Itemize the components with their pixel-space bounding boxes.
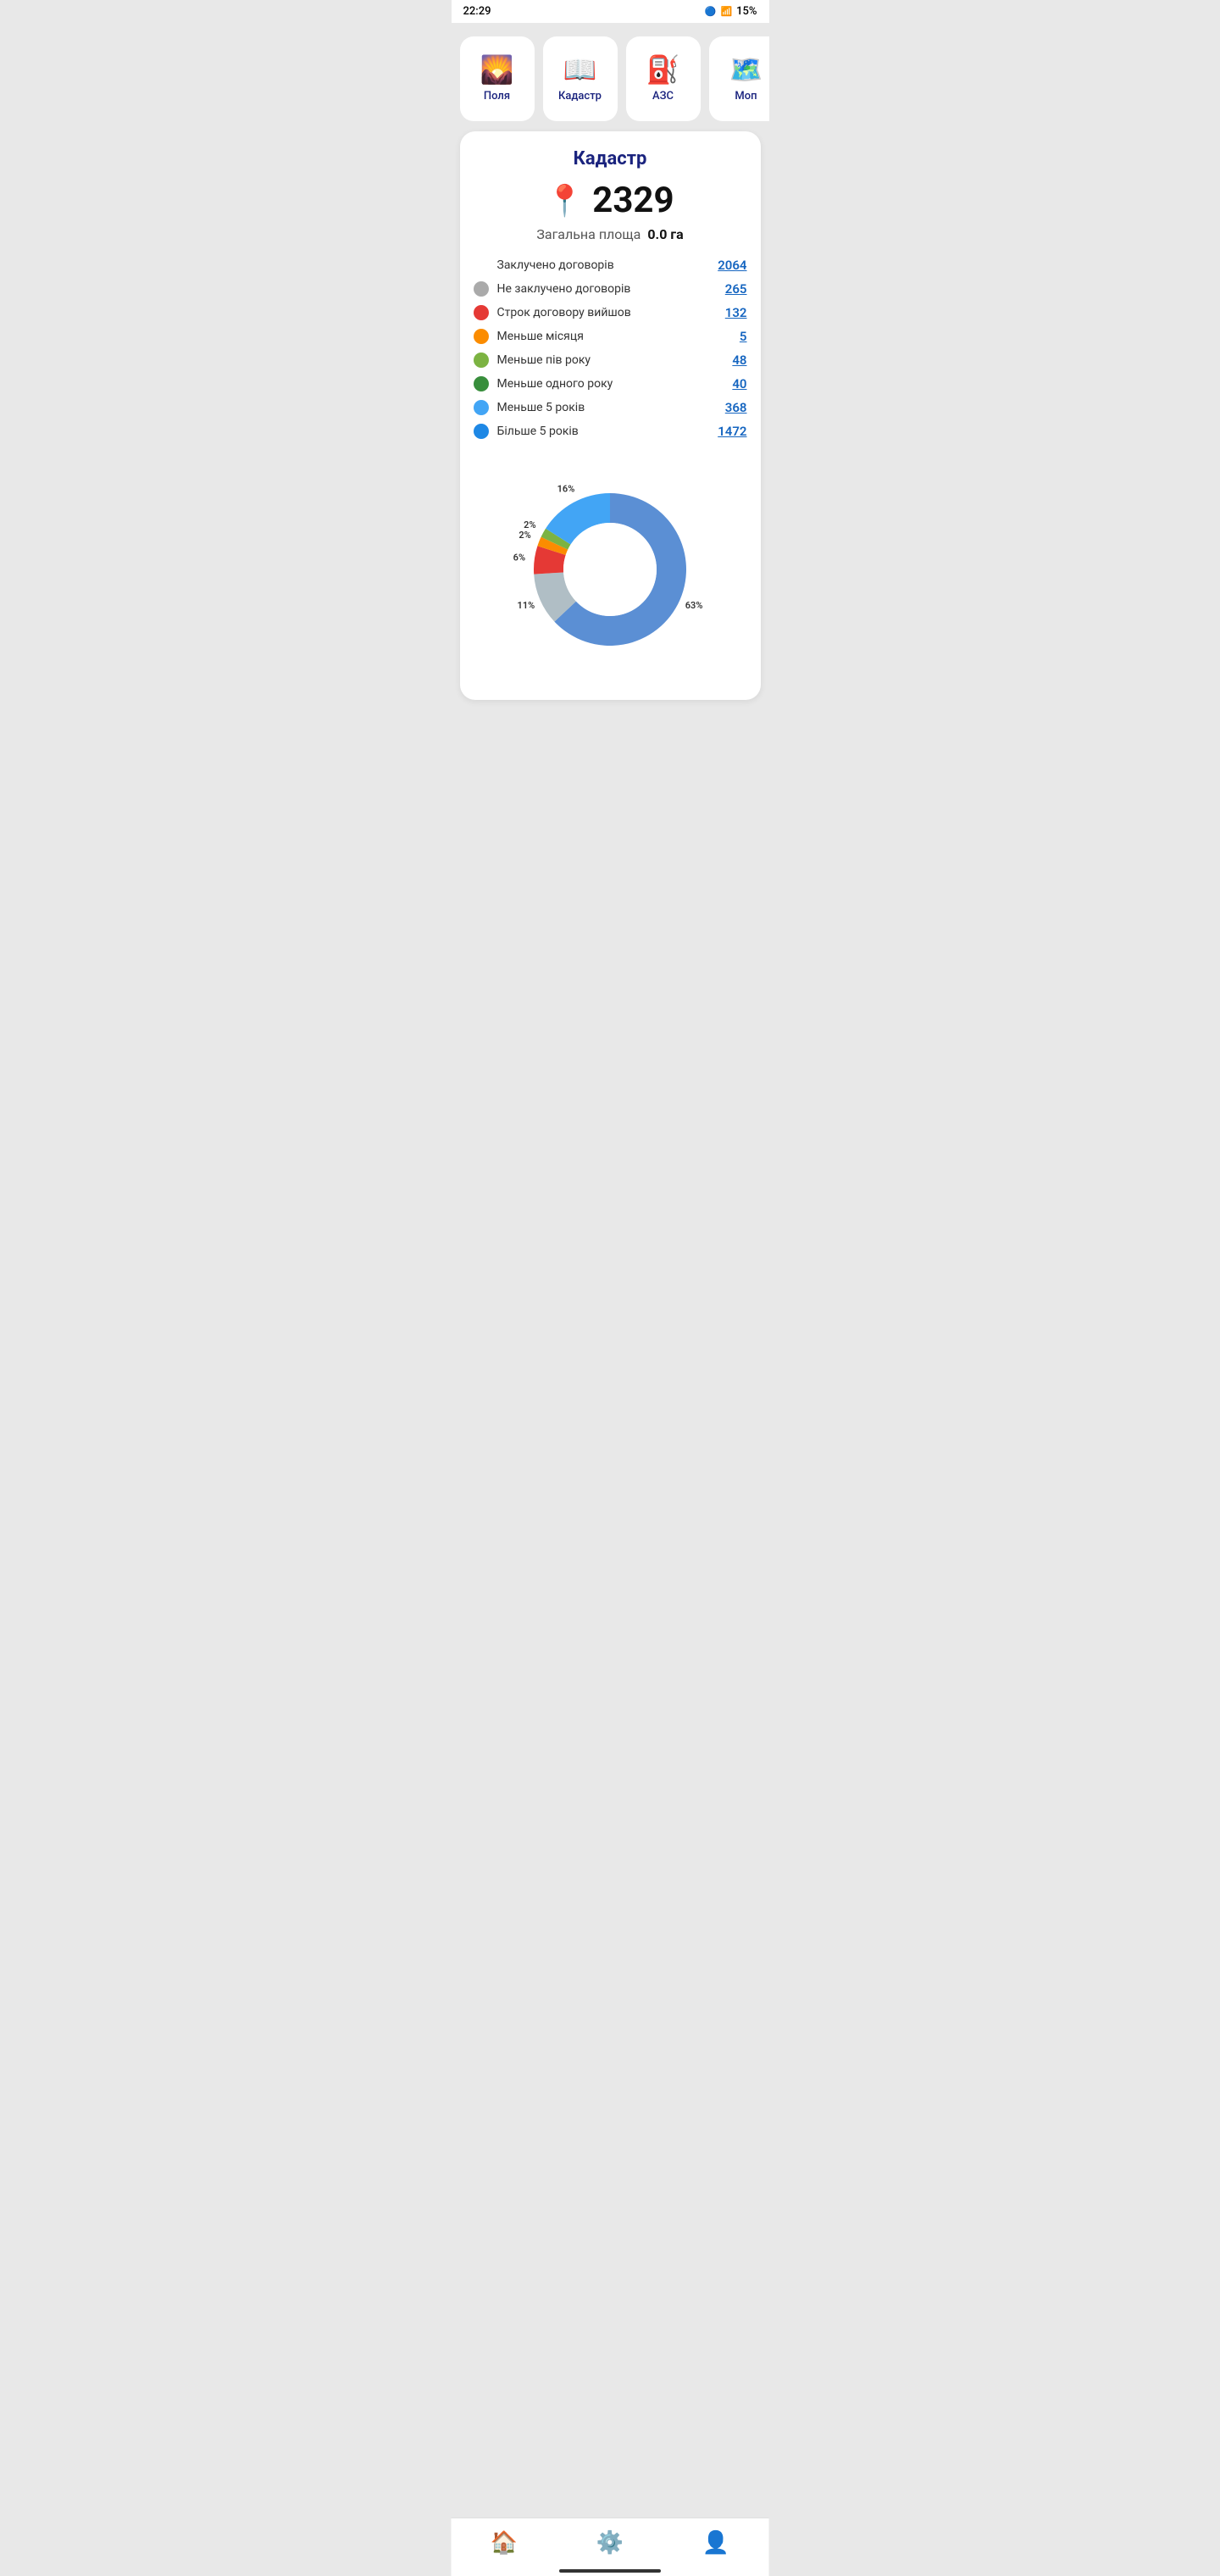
tile-icon-mop: 🗺️ (729, 56, 763, 83)
battery-label: 15% (736, 5, 757, 18)
profile-icon: 👤 (702, 2530, 729, 2556)
tile-label-kadastr: Кадастр (558, 90, 602, 103)
count-number: 2329 (592, 180, 674, 221)
stat-value[interactable]: 40 (732, 376, 746, 391)
status-bar: 22:29 🔵 📶 15% (452, 0, 769, 23)
nav-settings[interactable]: ⚙️ (580, 2527, 640, 2559)
stat-dot (474, 353, 489, 368)
stat-row: Меньше пів року 48 (474, 353, 747, 368)
stat-row: Строк договору вийшов 132 (474, 305, 747, 320)
stat-dot (474, 400, 489, 415)
tile-kadastr[interactable]: 📖 Кадастр (543, 36, 618, 121)
stat-dot (474, 305, 489, 320)
stat-value[interactable]: 1472 (718, 424, 746, 439)
stat-label: Строк договору вийшов (497, 306, 717, 319)
tile-icon-kadastr: 📖 (563, 56, 597, 83)
signal-icon: 📶 (720, 6, 732, 17)
bottom-nav: 🏠 ⚙️ 👤 (452, 2518, 769, 2576)
settings-icon: ⚙️ (596, 2530, 624, 2556)
tile-label-azs: АЗС (652, 90, 674, 103)
stat-label: Меньше одного року (497, 377, 724, 391)
stat-label: Меньше місяця (497, 330, 731, 343)
stat-value[interactable]: 2064 (718, 258, 746, 273)
tiles-row: 🌄 Поля 📖 Кадастр ⛽ АЗС 🗺️ Моп (452, 23, 769, 131)
tile-icon-polia: 🌄 (480, 56, 514, 83)
stat-label: Не заклучено договорів (497, 282, 717, 296)
chart-label-4: 2% (524, 519, 535, 530)
stats-list: Заклучено договорів 2064 Не заклучено до… (474, 258, 747, 439)
stat-dot (474, 376, 489, 391)
chart-center (563, 523, 657, 616)
stat-value[interactable]: 5 (740, 329, 747, 344)
area-label: Загальна площа (536, 226, 640, 242)
nav-home[interactable]: 🏠 (474, 2527, 535, 2559)
stat-row: Меньше одного року 40 (474, 376, 747, 391)
chart-label-5: 16% (557, 483, 575, 494)
stat-dot (474, 281, 489, 297)
chart-label-1: 11% (518, 600, 535, 611)
donut-chart: 63% 11% 6% 2%2% 16% (474, 459, 747, 680)
stat-value[interactable]: 132 (725, 305, 747, 320)
stat-dot (474, 329, 489, 344)
stat-value[interactable]: 265 (725, 281, 747, 297)
nav-profile[interactable]: 👤 (685, 2527, 746, 2559)
stat-dot (474, 258, 489, 273)
area-value: 0.0 га (647, 226, 683, 242)
main-card: Кадастр 📍 2329 Загальна площа 0.0 га Зак… (460, 131, 761, 700)
stat-label: Заклучено договорів (497, 258, 710, 272)
tile-label-mop: Моп (735, 90, 757, 103)
tile-polia[interactable]: 🌄 Поля (460, 36, 535, 121)
chart-label-0: 63% (685, 600, 703, 611)
card-title: Кадастр (474, 148, 747, 169)
stat-row: Меньше місяця 5 (474, 329, 747, 344)
stat-row: Заклучено договорів 2064 (474, 258, 747, 273)
tile-mop[interactable]: 🗺️ Моп (709, 36, 769, 121)
status-icons: 🔵 📶 15% (705, 5, 757, 18)
stat-row: Більше 5 років 1472 (474, 424, 747, 439)
tile-azs[interactable]: ⛽ АЗС (626, 36, 701, 121)
tile-icon-azs: ⛽ (646, 56, 680, 83)
count-icon: 📍 (546, 183, 584, 219)
stat-label: Меньше 5 років (497, 401, 717, 414)
stat-row: Меньше 5 років 368 (474, 400, 747, 415)
stat-value[interactable]: 48 (732, 353, 746, 368)
home-icon: 🏠 (491, 2530, 518, 2556)
chart-label-2: 6% (513, 552, 525, 563)
stat-row: Не заклучено договорів 265 (474, 281, 747, 297)
stat-value[interactable]: 368 (725, 400, 747, 415)
count-row: 📍 2329 (474, 180, 747, 221)
home-indicator (559, 2569, 661, 2573)
status-time: 22:29 (463, 5, 491, 18)
tile-label-polia: Поля (484, 90, 510, 103)
stat-dot (474, 424, 489, 439)
time-label: 22:29 (463, 5, 491, 18)
chart-label-3: 2% (518, 530, 530, 541)
area-row: Загальна площа 0.0 га (474, 226, 747, 242)
stat-label: Більше 5 років (497, 425, 710, 438)
stat-label: Меньше пів року (497, 353, 724, 367)
bluetooth-icon: 🔵 (705, 6, 717, 17)
